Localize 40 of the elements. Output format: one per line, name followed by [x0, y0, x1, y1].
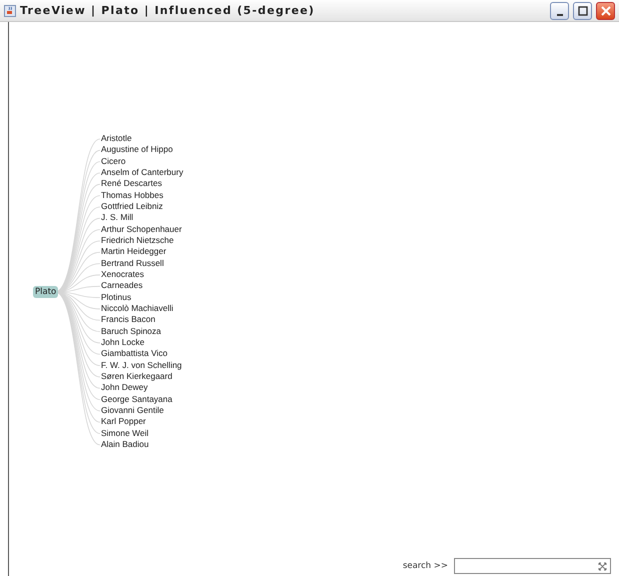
tree-node[interactable]: Thomas Hobbes	[101, 190, 184, 201]
tree-node[interactable]: John Locke	[101, 336, 184, 348]
tree-node[interactable]: Bertrand Russell	[101, 258, 184, 269]
tree-node[interactable]: Simone Weil	[101, 428, 184, 439]
minimize-button[interactable]	[550, 2, 569, 20]
tree-node[interactable]: Plotinus	[101, 292, 184, 303]
maximize-button[interactable]	[573, 2, 592, 20]
search-field[interactable]	[454, 558, 611, 574]
tree-node[interactable]: Aristotle	[101, 133, 184, 144]
close-icon	[600, 6, 610, 16]
maximize-icon	[578, 6, 588, 16]
window-title: TreeView | Plato | Influenced (5-degree)	[20, 4, 316, 17]
minimize-icon	[556, 14, 562, 16]
tree-node[interactable]: J. S. Mill	[101, 212, 184, 224]
close-button[interactable]	[596, 2, 615, 20]
tree-node[interactable]: George Santayana	[101, 394, 184, 405]
search-label: search >>	[402, 561, 448, 571]
tree-node[interactable]: Xenocrates	[101, 268, 184, 280]
tree-node[interactable]: Niccolò Machiavelli	[101, 302, 184, 314]
clear-icon[interactable]	[598, 562, 607, 570]
tree-node[interactable]: John Dewey	[101, 382, 184, 394]
tree-node[interactable]: Alain Badiou	[101, 438, 184, 450]
tree-node[interactable]: Anselm of Canterbury	[101, 166, 184, 178]
tree-node[interactable]: Karl Popper	[101, 416, 184, 428]
tree-node[interactable]: Martin Heidegger	[101, 246, 184, 258]
coffee-cup-icon	[4, 4, 16, 16]
tree-node[interactable]: Augustine of Hippo	[101, 144, 184, 156]
tree-node[interactable]: Giambattista Vico	[101, 348, 184, 360]
tree-node[interactable]: Arthur Schopenhauer	[101, 224, 184, 235]
tree-node[interactable]: René Descartes	[101, 178, 184, 190]
tree-node[interactable]: Gottfried Leibniz	[101, 200, 184, 212]
tree-node[interactable]: Francis Bacon	[101, 314, 184, 326]
tree-node[interactable]: Friedrich Nietzsche	[101, 234, 184, 246]
tree-node[interactable]: Carneades	[101, 280, 184, 292]
tree-node[interactable]: Søren Kierkegaard	[101, 370, 184, 382]
tree-node[interactable]: Baruch Spinoza	[101, 326, 184, 337]
tree-node[interactable]: F. W. J. von Schelling	[101, 360, 184, 371]
tree-node[interactable]: Giovanni Gentile	[101, 404, 184, 416]
tree-node[interactable]: Plato	[33, 286, 58, 298]
tree-node[interactable]: Cicero	[101, 156, 184, 167]
